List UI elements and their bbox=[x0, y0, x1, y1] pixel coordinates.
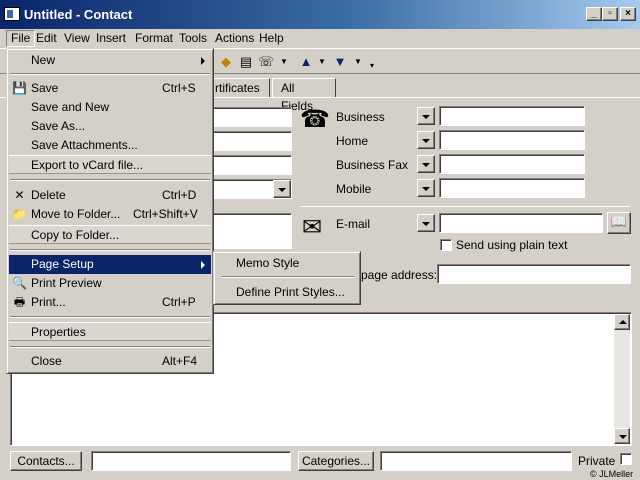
email-dropdown-icon[interactable] bbox=[417, 214, 435, 232]
menu-separator bbox=[10, 249, 210, 251]
previous-dropdown-icon[interactable]: ▼ bbox=[314, 54, 330, 70]
email-label: E-mail bbox=[336, 217, 371, 231]
menu-item-save-as[interactable]: Save As... bbox=[9, 117, 211, 136]
menu-item-save-attachments[interactable]: Save Attachments... bbox=[9, 136, 211, 155]
submenu-item-define-print-styles[interactable]: Define Print Styles... bbox=[216, 283, 358, 302]
menu-item-move-to-folder[interactable]: 📁 Move to Folder... Ctrl+Shift+V bbox=[9, 205, 211, 224]
section-divider bbox=[300, 206, 630, 207]
business-fax-dropdown-icon[interactable] bbox=[417, 155, 435, 173]
business-fax-label: Business Fax bbox=[336, 158, 409, 172]
menu-item-delete[interactable]: ✕ Delete Ctrl+D bbox=[9, 186, 211, 205]
minimize-icon[interactable]: _ bbox=[586, 7, 602, 21]
maximize-icon[interactable]: ▫ bbox=[602, 7, 618, 21]
business-phone-label: Business bbox=[336, 110, 385, 124]
menu-edit[interactable]: Edit bbox=[32, 31, 61, 46]
menu-item-print-preview[interactable]: 🔍 Print Preview bbox=[9, 274, 211, 293]
contacts-button[interactable]: Contacts... bbox=[10, 451, 82, 471]
dropdown-arrow-icon[interactable]: ▼ bbox=[276, 54, 292, 70]
submenu-item-memo-style[interactable]: Memo Style bbox=[216, 254, 358, 273]
file-menu: New 💾 Save Ctrl+S Save and New Save As...… bbox=[6, 48, 214, 374]
address-book-icon[interactable]: 📖 bbox=[607, 212, 631, 234]
job-title-input[interactable] bbox=[210, 131, 292, 151]
menu-item-close[interactable]: Close Alt+F4 bbox=[9, 352, 211, 371]
scroll-up-icon[interactable] bbox=[614, 314, 630, 330]
business-phone-dropdown-icon[interactable] bbox=[417, 107, 435, 125]
menu-actions[interactable]: Actions bbox=[211, 31, 258, 46]
email-envelope-icon: ✉ bbox=[302, 214, 323, 241]
menu-item-save[interactable]: 💾 Save Ctrl+S bbox=[9, 79, 211, 98]
menu-separator bbox=[10, 316, 210, 318]
company-input[interactable] bbox=[210, 155, 292, 175]
menu-tools[interactable]: Tools bbox=[175, 31, 211, 46]
flag-icon[interactable]: ◆ bbox=[218, 54, 234, 70]
save-disk-icon: 💾 bbox=[12, 81, 27, 95]
title-bar[interactable]: Untitled - Contact _ ▫ × bbox=[0, 0, 640, 29]
private-label: Private bbox=[578, 454, 616, 468]
private-checkbox[interactable] bbox=[620, 453, 632, 465]
notes-scrollbar[interactable] bbox=[614, 314, 630, 444]
web-page-input[interactable] bbox=[437, 264, 631, 284]
print-preview-icon: 🔍 bbox=[12, 276, 27, 290]
menu-separator bbox=[10, 346, 210, 348]
plain-text-label: Send using plain text bbox=[456, 238, 568, 252]
menu-separator bbox=[10, 179, 210, 181]
copyright-text: © JLMeller bbox=[590, 469, 634, 479]
business-fax-input[interactable] bbox=[439, 154, 585, 174]
menu-item-print[interactable]: 🖶 Print... Ctrl+P bbox=[9, 293, 211, 312]
next-item-icon[interactable]: ▼ bbox=[332, 54, 348, 70]
menu-item-copy-to-folder[interactable]: Copy to Folder... bbox=[9, 225, 211, 244]
menu-item-page-setup[interactable]: Page Setup bbox=[9, 255, 211, 274]
window-title: Untitled - Contact bbox=[24, 7, 133, 22]
categories-button[interactable]: Categories... bbox=[298, 451, 374, 471]
address-card-icon[interactable]: ▤ bbox=[238, 54, 254, 70]
scroll-down-icon[interactable] bbox=[614, 428, 630, 444]
contacts-input[interactable] bbox=[91, 451, 291, 471]
menu-bar: File Edit View Insert Format Tools Actio… bbox=[0, 29, 640, 48]
plain-text-checkbox[interactable] bbox=[440, 239, 452, 251]
toolbar-options-icon[interactable]: ▾ bbox=[364, 58, 380, 74]
delete-x-icon: ✕ bbox=[14, 188, 25, 202]
mobile-phone-dropdown-icon[interactable] bbox=[417, 179, 435, 197]
contact-app-icon[interactable] bbox=[4, 7, 20, 21]
previous-item-icon[interactable]: ▲ bbox=[298, 54, 314, 70]
business-phone-input[interactable] bbox=[439, 106, 585, 126]
move-folder-icon: 📁 bbox=[12, 207, 27, 221]
menu-separator bbox=[222, 276, 354, 278]
mobile-phone-input[interactable] bbox=[439, 178, 585, 198]
menu-item-save-and-new[interactable]: Save and New bbox=[9, 98, 211, 117]
menu-view[interactable]: View bbox=[60, 31, 94, 46]
home-phone-dropdown-icon[interactable] bbox=[417, 131, 435, 149]
menu-insert[interactable]: Insert bbox=[92, 31, 130, 46]
mobile-phone-label: Mobile bbox=[336, 182, 372, 196]
categories-input[interactable] bbox=[380, 451, 572, 471]
home-phone-label: Home bbox=[336, 134, 369, 148]
menu-item-properties[interactable]: Properties bbox=[9, 322, 211, 341]
file-as-dropdown-icon[interactable] bbox=[273, 180, 291, 198]
menu-help[interactable]: Help bbox=[255, 31, 288, 46]
menu-format[interactable]: Format bbox=[131, 31, 177, 46]
menu-item-new[interactable]: New bbox=[9, 51, 211, 70]
web-page-label: page address: bbox=[361, 268, 438, 282]
full-name-input[interactable] bbox=[210, 107, 292, 127]
menu-file[interactable]: File bbox=[6, 30, 36, 47]
close-icon[interactable]: × bbox=[620, 7, 636, 21]
printer-icon: 🖶 bbox=[13, 295, 26, 309]
address-input[interactable] bbox=[210, 213, 292, 249]
telephone-icon: ☎ bbox=[300, 106, 330, 133]
email-input[interactable] bbox=[439, 213, 603, 233]
tab-all-fields[interactable]: All Fields bbox=[272, 78, 336, 113]
home-phone-input[interactable] bbox=[439, 130, 585, 150]
page-setup-submenu: Memo Style Define Print Styles... bbox=[213, 251, 361, 305]
dial-phone-icon[interactable]: ☏ bbox=[258, 54, 274, 70]
menu-item-export-vcard[interactable]: Export to vCard file... bbox=[9, 155, 211, 174]
menu-separator bbox=[10, 73, 210, 75]
